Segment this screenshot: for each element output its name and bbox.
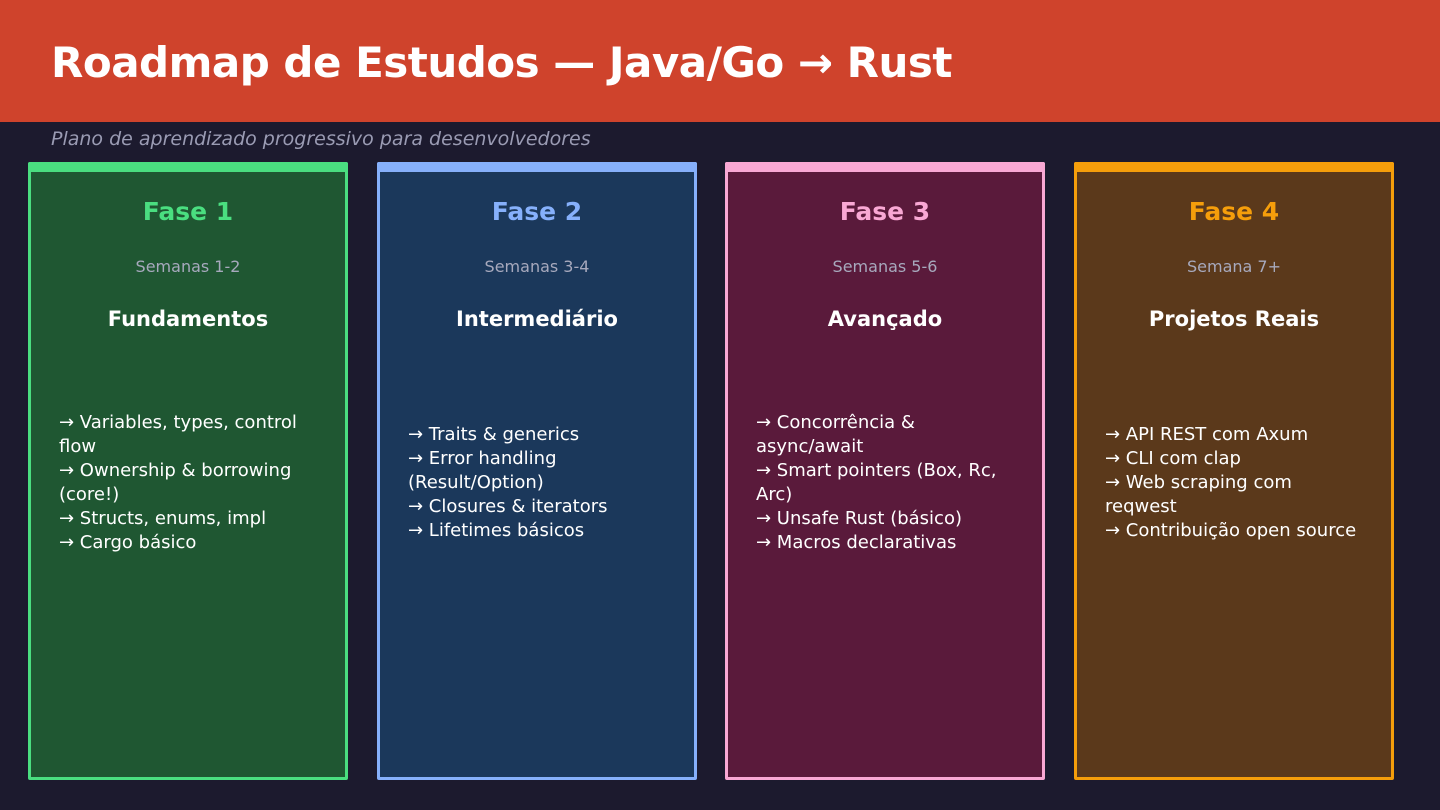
list-item: → Macros declarativas [756, 532, 957, 553]
phase-item-list: → Concorrência & async/await → Smart poi… [756, 165, 1020, 777]
list-item: → Variables, types, control flow [59, 412, 297, 457]
phase-card-1: Fase 1 Semanas 1-2 Fundamentos → Variabl… [28, 162, 348, 780]
phase-item-list: → Traits & generics → Error handling (Re… [408, 165, 672, 777]
list-item: → Web scraping com reqwest [1105, 472, 1292, 517]
header-bar: Roadmap de Estudos — Java/Go → Rust [0, 0, 1440, 122]
list-item: → Contribuição open source [1105, 520, 1357, 541]
phase-card-2: Fase 2 Semanas 3-4 Intermediário → Trait… [377, 162, 697, 780]
list-item: → Lifetimes básicos [408, 520, 585, 541]
list-item: → Error handling (Result/Option) [408, 448, 557, 493]
list-item: → Unsafe Rust (básico) [756, 508, 962, 529]
phase-item-list: → Variables, types, control flow → Owner… [59, 165, 323, 777]
list-item: → Structs, enums, impl [59, 508, 267, 529]
list-item: → Ownership & borrowing (core!) [59, 460, 292, 505]
phase-item-list: → API REST com Axum → CLI com clap → Web… [1105, 165, 1369, 777]
list-item: → Smart pointers (Box, Rc, Arc) [756, 460, 997, 505]
list-item: → CLI com clap [1105, 448, 1241, 469]
list-item: → API REST com Axum [1105, 424, 1309, 445]
phase-card-4: Fase 4 Semana 7+ Projetos Reais → API RE… [1074, 162, 1394, 780]
page-title: Roadmap de Estudos — Java/Go → Rust [51, 38, 953, 87]
list-item: → Traits & generics [408, 424, 580, 445]
list-item: → Cargo básico [59, 532, 197, 553]
list-item: → Closures & iterators [408, 496, 608, 517]
page-subtitle: Plano de aprendizado progressivo para de… [51, 128, 591, 150]
phase-card-3: Fase 3 Semanas 5-6 Avançado → Concorrênc… [725, 162, 1045, 780]
list-item: → Concorrência & async/await [756, 412, 915, 457]
